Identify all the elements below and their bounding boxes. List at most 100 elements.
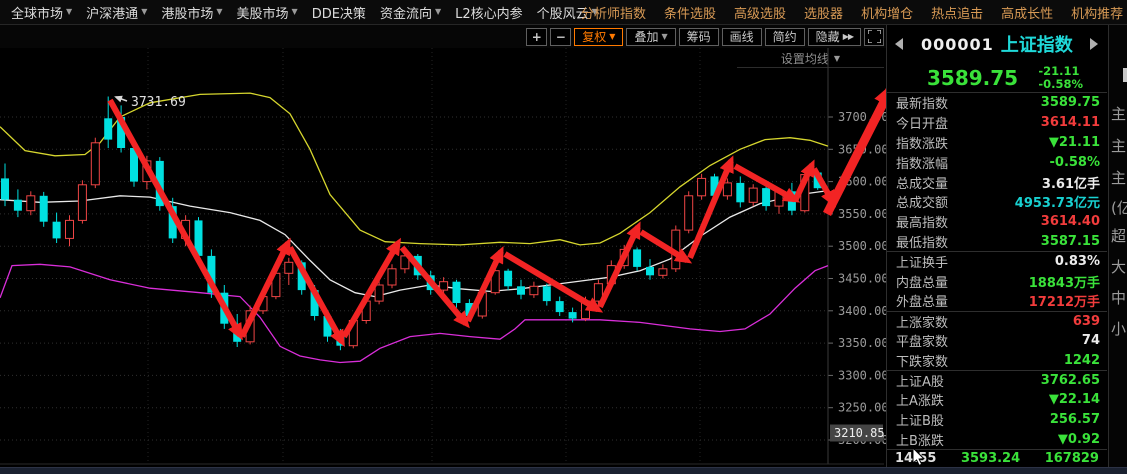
menu-right: 分析师指数条件选股高级选股选股器机构增仓热点追击高成长性机构推荐 <box>572 0 1127 24</box>
toolbar-button[interactable]: 复权▼ <box>574 28 623 46</box>
fullscreen-button[interactable] <box>864 28 884 46</box>
toolbar-button[interactable]: 简约 <box>765 28 805 46</box>
quote-row-label: 最高指数 <box>896 212 948 231</box>
menu-item-label: 选股器 <box>804 3 843 22</box>
toolbar-button-label: 画线 <box>730 28 754 45</box>
chevron-down-icon: ▼ <box>141 8 147 16</box>
trend-arrow <box>600 227 638 307</box>
trend-arrow <box>344 243 398 337</box>
quote-row: 上A涨跌▼22.14 <box>887 390 1107 410</box>
candlestick-chart[interactable]: 3700.003650.003600.003550.003500.003450.… <box>0 48 886 465</box>
quote-row-value: 3614.11 <box>1041 115 1100 130</box>
quote-row-value: 3.61亿手 <box>1042 173 1100 192</box>
toolbar-button[interactable]: 叠加▼ <box>626 28 675 46</box>
toolbar-button[interactable]: 筹码 <box>679 28 719 46</box>
menu-item[interactable]: 资金流向▼ <box>373 3 448 22</box>
quote-row: 总成交量3.61亿手 <box>887 172 1107 192</box>
toolbar-button-label: 筹码 <box>687 28 711 45</box>
stock-name: 上证指数 <box>1001 31 1073 57</box>
menu-item[interactable]: DDE决策 <box>305 3 373 22</box>
menu-item[interactable]: 机构增仓 <box>852 3 922 22</box>
quote-footer-volume: 167829 <box>1045 451 1099 466</box>
highlighted-axis-label: 3210.85 <box>834 426 885 440</box>
next-stock-icon[interactable] <box>1090 38 1098 50</box>
y-axis-label: 3400.00 <box>838 304 889 318</box>
menu-item[interactable]: 高级选股 <box>725 3 795 22</box>
quote-row-value: 17212万手 <box>1029 291 1100 310</box>
menu-item[interactable]: 港股市场▼ <box>154 3 229 22</box>
menu-item[interactable]: 选股器 <box>795 3 852 22</box>
menu-item-label: 热点追击 <box>931 3 983 22</box>
menu-item-label: 条件选股 <box>664 3 716 22</box>
quote-row-label: 上证换手 <box>896 252 948 271</box>
quote-row-value: 256.57 <box>1050 412 1100 427</box>
quote-row-label: 上涨家数 <box>896 312 948 331</box>
menu-item[interactable]: 机构推荐 <box>1062 3 1127 22</box>
quote-row-label: 最低指数 <box>896 232 948 251</box>
chevron-down-icon: ▼ <box>661 33 667 41</box>
price-change: -21.11 -0.58% <box>1038 65 1083 91</box>
menu-item[interactable]: L2核心内参 <box>448 3 530 22</box>
clipped-side-panel: 主主主(亿超大中小 <box>1108 25 1127 467</box>
chart-toolbar: +−复权▼叠加▼筹码画线简约隐藏▶▶ <box>0 25 886 48</box>
quote-row-value: 3614.40 <box>1041 214 1100 229</box>
menu-item-label: 沪深港通 <box>86 3 138 22</box>
quote-row-value: ▼0.92 <box>1058 432 1100 447</box>
quote-row: 外盘总量17212万手 <box>887 291 1107 311</box>
quote-row: 指数涨跌▼21.11 <box>887 133 1107 153</box>
toolbar-button[interactable]: 隐藏▶▶ <box>808 28 861 46</box>
menu-item[interactable]: 分析师指数 <box>572 3 655 22</box>
quote-panel: 000001 上证指数 3589.75 -21.11 -0.58% 最新指数35… <box>886 25 1107 467</box>
change-percent: -0.58% <box>1038 78 1083 91</box>
quote-row: 最低指数 3587.15 <box>887 232 1107 252</box>
toolbar-button[interactable]: 画线 <box>722 28 762 46</box>
menu-item[interactable]: 高成长性 <box>992 3 1062 22</box>
menu-item[interactable]: 全球市场▼ <box>4 3 79 22</box>
zoom-in-button[interactable]: + <box>526 28 547 46</box>
clipped-label: (亿 <box>1111 197 1127 218</box>
clipped-label: 超 <box>1111 225 1126 246</box>
fullscreen-icon <box>868 30 881 43</box>
menu-item-label: 高成长性 <box>1001 3 1053 22</box>
trend-arrow <box>242 243 288 337</box>
menu-item[interactable]: 沪深港通▼ <box>79 3 154 22</box>
change-value: -21.11 <box>1038 65 1083 78</box>
trend-arrow <box>505 254 598 310</box>
quote-row-value: 3587.15 <box>1041 234 1100 249</box>
menu-item[interactable]: 条件选股 <box>655 3 725 22</box>
zoom-out-button[interactable]: − <box>550 28 571 46</box>
price-row: 3589.75 -21.11 -0.58% <box>887 63 1107 93</box>
quote-row: 最高指数 3614.40 <box>887 212 1107 232</box>
high-annotation: 3731.69 <box>131 95 186 110</box>
trend-arrow <box>110 100 240 335</box>
clipped-label: 小 <box>1111 318 1126 339</box>
menu-item-label: L2核心内参 <box>455 3 523 22</box>
y-axis-label: 3350.00 <box>838 336 889 350</box>
quote-row-value: 4953.73亿元 <box>1015 192 1100 211</box>
menu-item-label: DDE决策 <box>312 3 366 22</box>
menu-item[interactable]: 热点追击 <box>922 3 992 22</box>
quote-row-label: 最新指数 <box>896 93 948 112</box>
quote-row-value: 18843万手 <box>1029 272 1100 291</box>
prev-stock-icon[interactable] <box>895 38 903 50</box>
quote-row: 上B涨跌 ▼0.92 <box>887 430 1107 450</box>
toolbar-button-label: 简约 <box>773 28 797 45</box>
quote-row-label: 今日开盘 <box>896 113 948 132</box>
menu-item-label: 分析师指数 <box>581 3 646 22</box>
bottom-bar <box>0 467 1127 474</box>
quote-row-label: 总成交额 <box>896 192 948 211</box>
menu-item[interactable]: 美股市场▼ <box>230 3 305 22</box>
last-price: 3589.75 <box>927 66 1018 90</box>
clipped-ui-fragment <box>1123 68 1127 82</box>
toolbar-button-label: 复权 <box>582 28 606 45</box>
y-axis-label: 3550.00 <box>838 207 889 221</box>
quote-row-value: 0.83% <box>1055 254 1100 269</box>
quote-row-value: 3589.75 <box>1041 95 1100 110</box>
quote-row-label: 上证B股 <box>896 410 944 429</box>
chevron-down-icon: ▼ <box>609 33 615 41</box>
quote-row-value: ▼21.11 <box>1049 135 1100 150</box>
quote-row-value: 3762.65 <box>1041 373 1100 388</box>
quote-row: 最新指数 3589.75 <box>887 93 1107 113</box>
quote-row-label: 上B涨跌 <box>896 430 944 449</box>
toolbar-button-label: 隐藏 <box>816 28 840 45</box>
